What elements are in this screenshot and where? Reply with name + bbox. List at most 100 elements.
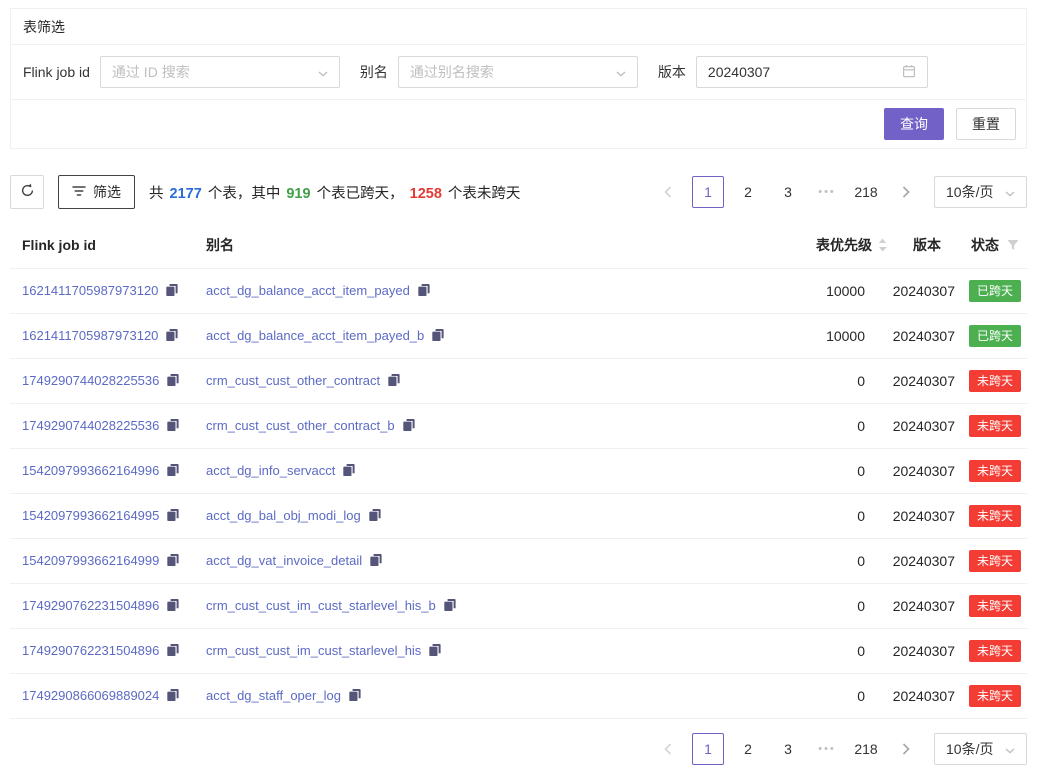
copy-icon[interactable] [342, 463, 356, 480]
status-badge: 未跨天 [969, 685, 1021, 707]
copy-icon[interactable] [443, 598, 457, 615]
flink-job-id-link[interactable]: 1749290744028225536 [22, 373, 159, 388]
copy-icon[interactable] [417, 283, 431, 300]
status-badge: 未跨天 [969, 460, 1021, 482]
copy-icon[interactable] [166, 418, 180, 435]
copy-icon[interactable] [166, 508, 180, 525]
priority-value: 0 [766, 494, 891, 539]
alias-link[interactable]: acct_dg_vat_invoice_detail [206, 553, 362, 568]
page-last-button[interactable]: 218 [850, 733, 882, 765]
alias-link[interactable]: crm_cust_cust_im_cust_starlevel_his_b [206, 598, 436, 613]
flink-job-id-link[interactable]: 1749290744028225536 [22, 418, 159, 433]
version-value: 20240307 [891, 674, 969, 719]
alias-select[interactable]: 通过别名搜索 [398, 56, 638, 88]
version-date-input[interactable] [696, 56, 928, 88]
copy-icon[interactable] [348, 688, 362, 705]
version-value: 20240307 [891, 539, 969, 584]
version-value: 20240307 [891, 449, 969, 494]
flink-job-id-link[interactable]: 1621411705987973120 [22, 283, 158, 298]
priority-value: 10000 [766, 269, 891, 314]
version-value: 20240307 [891, 314, 969, 359]
version-label: 版本 [658, 62, 686, 82]
flink-job-id-link[interactable]: 1542097993662164995 [22, 508, 159, 523]
table-row: 1749290744028225536 crm_cust_cust_other_… [10, 359, 1027, 404]
uncrossed-count: 1258 [410, 186, 442, 202]
copy-icon[interactable] [166, 463, 180, 480]
page-size-value: 10条/页 [946, 739, 993, 759]
sorter-icon[interactable] [878, 238, 887, 255]
pagination-ellipsis[interactable]: ••• [812, 186, 842, 198]
query-button[interactable]: 查询 [884, 108, 944, 140]
priority-value: 0 [766, 674, 891, 719]
alias-link[interactable]: acct_dg_balance_acct_item_payed_b [206, 328, 424, 343]
flink-job-id-link[interactable]: 1749290762231504896 [22, 598, 159, 613]
alias-link[interactable]: crm_cust_cust_other_contract [206, 373, 380, 388]
table-summary: 共 2177 个表，其中 919 个表已跨天， 1258 个表未跨天 [149, 182, 520, 203]
copy-icon[interactable] [402, 418, 416, 435]
copy-icon[interactable] [166, 598, 180, 615]
next-page-button[interactable] [890, 733, 922, 765]
copy-icon[interactable] [165, 328, 179, 345]
page-last-button[interactable]: 218 [850, 176, 882, 208]
prev-page-button[interactable] [652, 733, 684, 765]
filter-button[interactable]: 筛选 [58, 175, 135, 209]
flink-job-id-link[interactable]: 1749290762231504896 [22, 643, 159, 658]
refresh-button[interactable] [10, 175, 44, 209]
next-page-button[interactable] [890, 176, 922, 208]
prev-page-button[interactable] [652, 176, 684, 208]
refresh-icon [20, 183, 35, 201]
page-size-select[interactable]: 10条/页 [934, 176, 1027, 208]
alias-link[interactable]: crm_cust_cust_other_contract_b [206, 418, 395, 433]
version-value: 20240307 [891, 494, 969, 539]
status-header-label: 状态 [971, 237, 999, 253]
alias-link[interactable]: acct_dg_bal_obj_modi_log [206, 508, 361, 523]
version-field: 版本 [658, 56, 928, 88]
page-1-button[interactable]: 1 [692, 176, 724, 208]
table-row: 1749290762231504896 crm_cust_cust_im_cus… [10, 584, 1027, 629]
copy-icon[interactable] [428, 643, 442, 660]
filter-panel-title: 表筛选 [11, 9, 1026, 45]
status-badge: 已跨天 [969, 280, 1021, 302]
page-2-button[interactable]: 2 [732, 733, 764, 765]
copy-icon[interactable] [387, 373, 401, 390]
table-row: 1621411705987973120 acct_dg_balance_acct… [10, 314, 1027, 359]
flink-job-id-link[interactable]: 1749290866069889024 [22, 688, 159, 703]
copy-icon[interactable] [166, 553, 180, 570]
priority-value: 10000 [766, 314, 891, 359]
job-id-placeholder: 通过 ID 搜索 [112, 62, 190, 82]
alias-link[interactable]: crm_cust_cust_im_cust_starlevel_his [206, 643, 421, 658]
version-value: 20240307 [891, 629, 969, 674]
filter-lines-icon [72, 184, 86, 200]
copy-icon[interactable] [431, 328, 445, 345]
copy-icon[interactable] [166, 643, 180, 660]
alias-link[interactable]: acct_dg_staff_oper_log [206, 688, 341, 703]
job-id-select[interactable]: 通过 ID 搜索 [100, 56, 340, 88]
alias-link[interactable]: acct_dg_info_servacct [206, 463, 335, 478]
page-3-button[interactable]: 3 [772, 176, 804, 208]
page-3-button[interactable]: 3 [772, 733, 804, 765]
page-size-value: 10条/页 [946, 182, 993, 202]
version-value-input[interactable] [708, 64, 902, 80]
column-filter-icon[interactable] [1007, 238, 1019, 254]
copy-icon[interactable] [166, 373, 180, 390]
pagination-ellipsis[interactable]: ••• [812, 743, 842, 755]
flink-job-id-link[interactable]: 1621411705987973120 [22, 328, 158, 343]
page-2-button[interactable]: 2 [732, 176, 764, 208]
column-header-priority[interactable]: 表优先级 [766, 225, 891, 269]
flink-job-id-link[interactable]: 1542097993662164996 [22, 463, 159, 478]
flink-job-id-link[interactable]: 1542097993662164999 [22, 553, 159, 568]
copy-icon[interactable] [165, 283, 179, 300]
page-1-button[interactable]: 1 [692, 733, 724, 765]
page-size-select[interactable]: 10条/页 [934, 733, 1027, 765]
table-row: 1621411705987973120 acct_dg_balance_acct… [10, 269, 1027, 314]
alias-link[interactable]: acct_dg_balance_acct_item_payed [206, 283, 410, 298]
priority-value: 0 [766, 449, 891, 494]
status-badge: 未跨天 [969, 415, 1021, 437]
copy-icon[interactable] [368, 508, 382, 525]
chevron-down-icon [1005, 184, 1015, 200]
copy-icon[interactable] [369, 553, 383, 570]
tables-table: Flink job id 别名 表优先级 版本 状态 1621411705987… [10, 225, 1027, 719]
job-id-label: Flink job id [23, 64, 90, 80]
copy-icon[interactable] [166, 688, 180, 705]
reset-button[interactable]: 重置 [956, 108, 1016, 140]
